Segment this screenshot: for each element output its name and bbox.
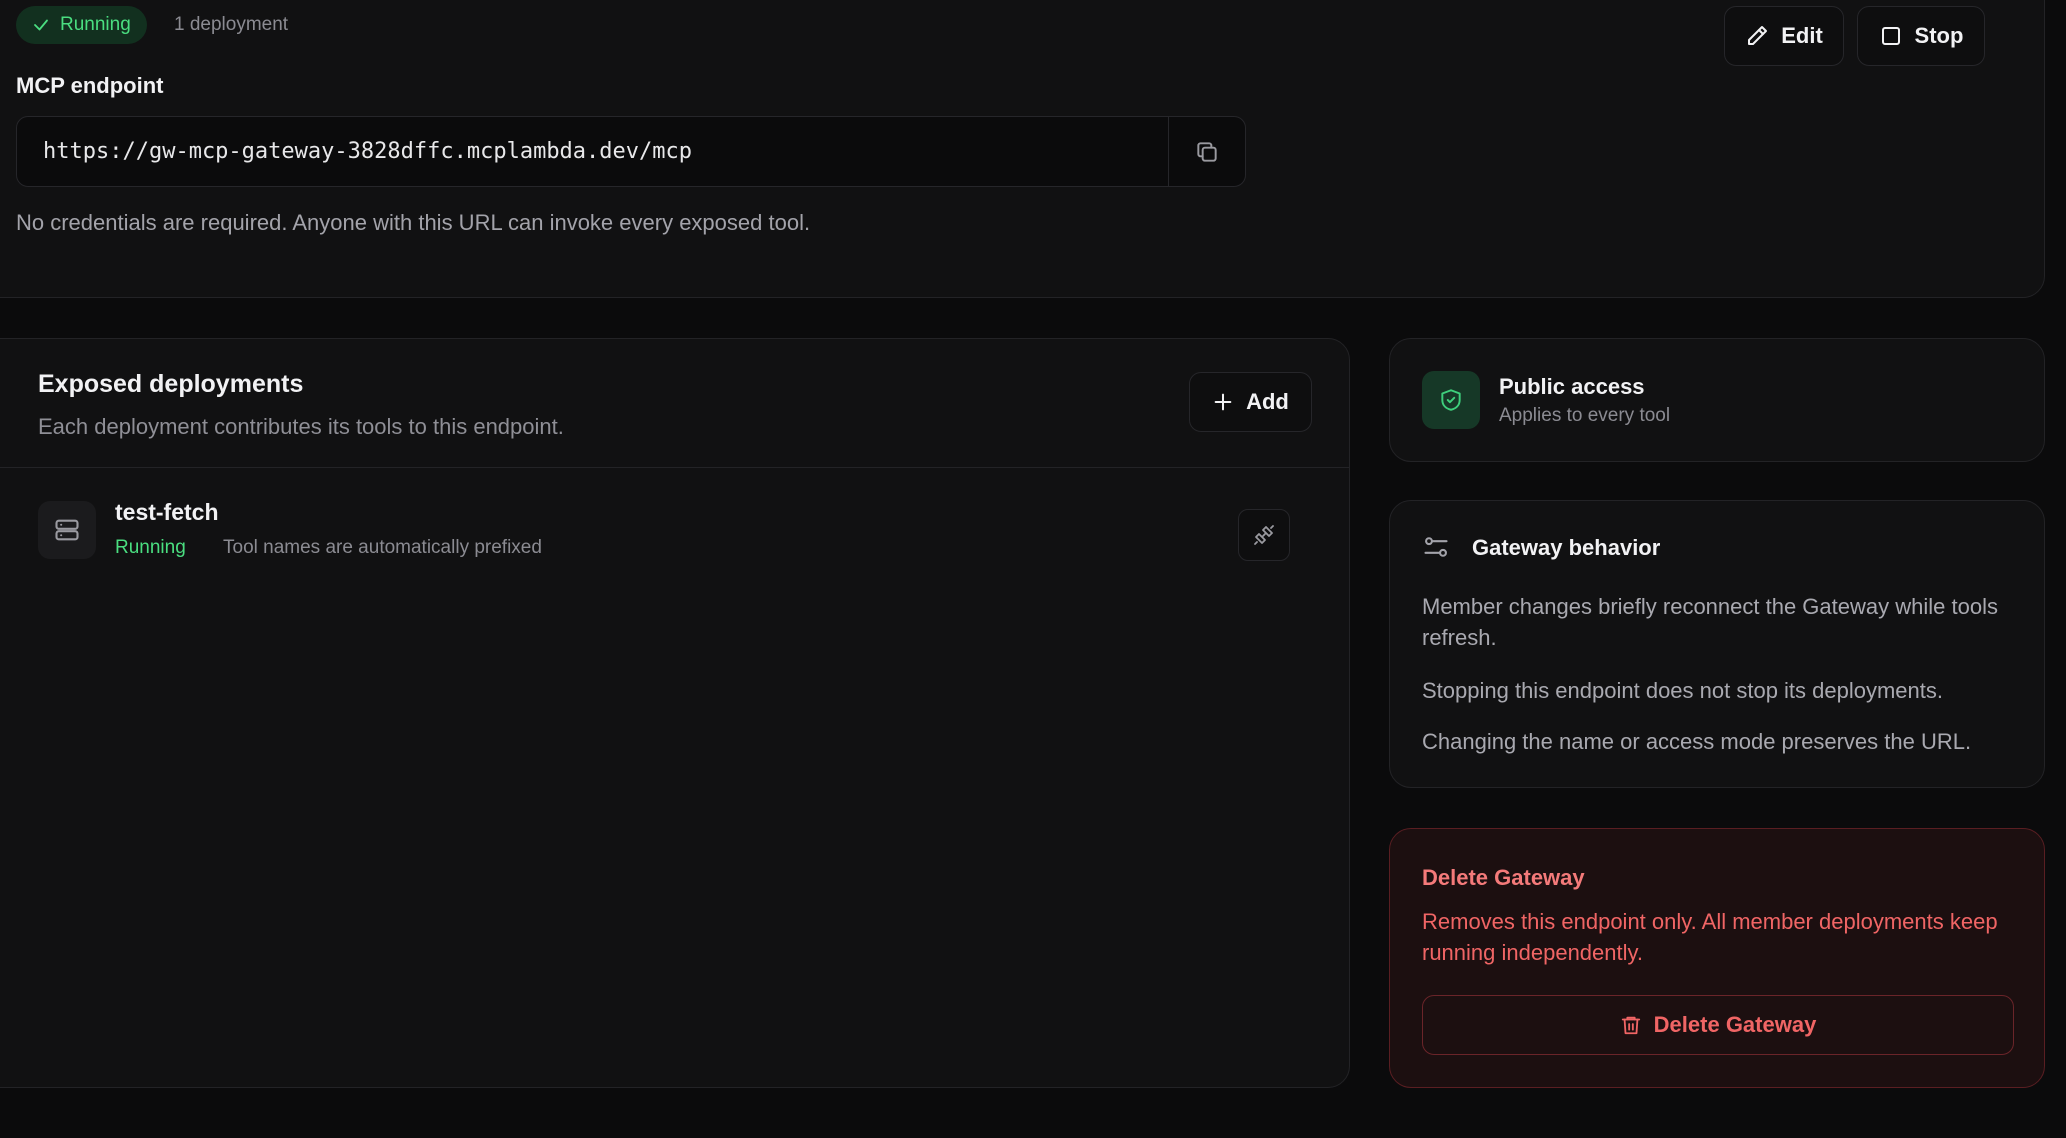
endpoint-field: https://gw-mcp-gateway-3828dffc.mcplambd… bbox=[16, 116, 1246, 187]
deployments-title: Exposed deployments bbox=[38, 370, 304, 398]
pencil-icon bbox=[1748, 26, 1768, 45]
deployment-name[interactable]: test-fetch bbox=[115, 499, 219, 526]
access-title: Public access bbox=[1499, 374, 1645, 399]
stop-label: Stop bbox=[1914, 23, 1964, 48]
endpoint-note: No credentials are required. Anyone with… bbox=[16, 210, 811, 235]
delete-gateway-button[interactable]: Delete Gateway bbox=[1422, 995, 2014, 1055]
add-deployment-button[interactable]: Add bbox=[1189, 372, 1312, 432]
behavior-line: Stopping this endpoint does not stop its… bbox=[1422, 678, 1944, 703]
edit-label: Edit bbox=[1781, 23, 1823, 48]
deployment-count: 1 deployment bbox=[174, 14, 289, 35]
deployments-subtitle: Each deployment contributes its tools to… bbox=[38, 414, 564, 439]
public-access-card: Public access Applies to every tool bbox=[1389, 338, 2045, 462]
access-icon bbox=[1422, 371, 1480, 429]
unlink-icon bbox=[1254, 525, 1274, 545]
endpoint-card: Running 1 deployment MCP endpoint https:… bbox=[0, 0, 2045, 298]
gateway-behavior-card: Gateway behavior Member changes briefly … bbox=[1389, 500, 2045, 788]
status-badge: Running bbox=[16, 6, 147, 44]
add-label: Add bbox=[1246, 389, 1289, 414]
access-subtitle: Applies to every tool bbox=[1499, 405, 1671, 426]
trash-icon bbox=[1621, 1016, 1640, 1035]
unlink-button[interactable] bbox=[1238, 509, 1290, 561]
danger-description: Removes this endpoint only. All member d… bbox=[1422, 909, 1998, 965]
endpoint-label: MCP endpoint bbox=[16, 73, 164, 98]
stop-button[interactable]: Stop bbox=[1857, 6, 1985, 66]
divider bbox=[0, 467, 1349, 468]
plus-icon bbox=[1214, 393, 1232, 411]
edit-button[interactable]: Edit bbox=[1724, 6, 1844, 66]
behavior-title: Gateway behavior bbox=[1472, 535, 1661, 560]
deployments-card: Exposed deployments Each deployment cont… bbox=[0, 338, 1350, 1088]
copy-button[interactable] bbox=[1168, 117, 1245, 186]
behavior-line: Changing the name or access mode preserv… bbox=[1422, 729, 1972, 754]
deployment-status: Running bbox=[115, 537, 186, 558]
danger-zone-card: Delete Gateway Removes this endpoint onl… bbox=[1389, 828, 2045, 1088]
status-label: Running bbox=[60, 14, 131, 35]
behavior-line: Member changes briefly reconnect the Gat… bbox=[1422, 594, 1998, 650]
deployment-note: Tool names are automatically prefixed bbox=[223, 537, 542, 558]
delete-label: Delete Gateway bbox=[1653, 1012, 1817, 1037]
list-item[interactable]: test-fetch Running Tool names are automa… bbox=[38, 499, 1313, 569]
server-icon bbox=[55, 519, 79, 541]
danger-title: Delete Gateway bbox=[1422, 865, 1585, 890]
copy-icon bbox=[1197, 141, 1217, 162]
sliders-icon bbox=[1424, 537, 1448, 557]
deployment-icon bbox=[38, 501, 96, 559]
endpoint-url[interactable]: https://gw-mcp-gateway-3828dffc.mcplambd… bbox=[17, 139, 1168, 164]
square-icon bbox=[1881, 27, 1900, 45]
shield-check-icon bbox=[1441, 389, 1461, 411]
check-icon bbox=[34, 19, 48, 31]
